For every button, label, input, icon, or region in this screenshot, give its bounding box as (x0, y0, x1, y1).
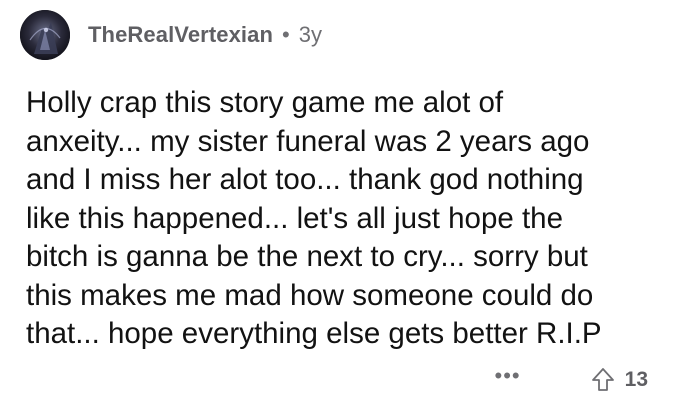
avatar-image (20, 10, 70, 60)
comment-body-line: and I miss her alot too... thank god not… (26, 163, 584, 196)
comment-body-line: that... hope everything else gets better… (26, 317, 602, 350)
comment-body-line: bitch is ganna be the next to cry... sor… (26, 240, 588, 273)
comment-header: TheRealVertexian • 3y (20, 10, 322, 60)
comment-body: Holly crap this story game me alot of an… (26, 84, 694, 354)
comment-body-line: anxeity... my sister funeral was 2 years… (26, 124, 590, 158)
vote-score: 13 (624, 368, 648, 391)
avatar[interactable] (20, 10, 70, 60)
username[interactable]: TheRealVertexian (88, 22, 273, 48)
comment-body-line: Holly crap this story game me alot of (26, 86, 504, 119)
upvote-arrow-icon[interactable] (591, 367, 615, 393)
comment: TheRealVertexian • 3y Holly crap this st… (0, 0, 700, 408)
meta-separator: • (282, 22, 290, 47)
comment-body-line: like this happened... let's all just hop… (26, 201, 563, 235)
comment-body-line: this makes me mad how someone could do (26, 278, 594, 312)
comment-age: 3y (298, 22, 322, 47)
comment-actions: ••• 13 (495, 362, 648, 398)
more-options-button[interactable]: ••• (495, 365, 521, 387)
